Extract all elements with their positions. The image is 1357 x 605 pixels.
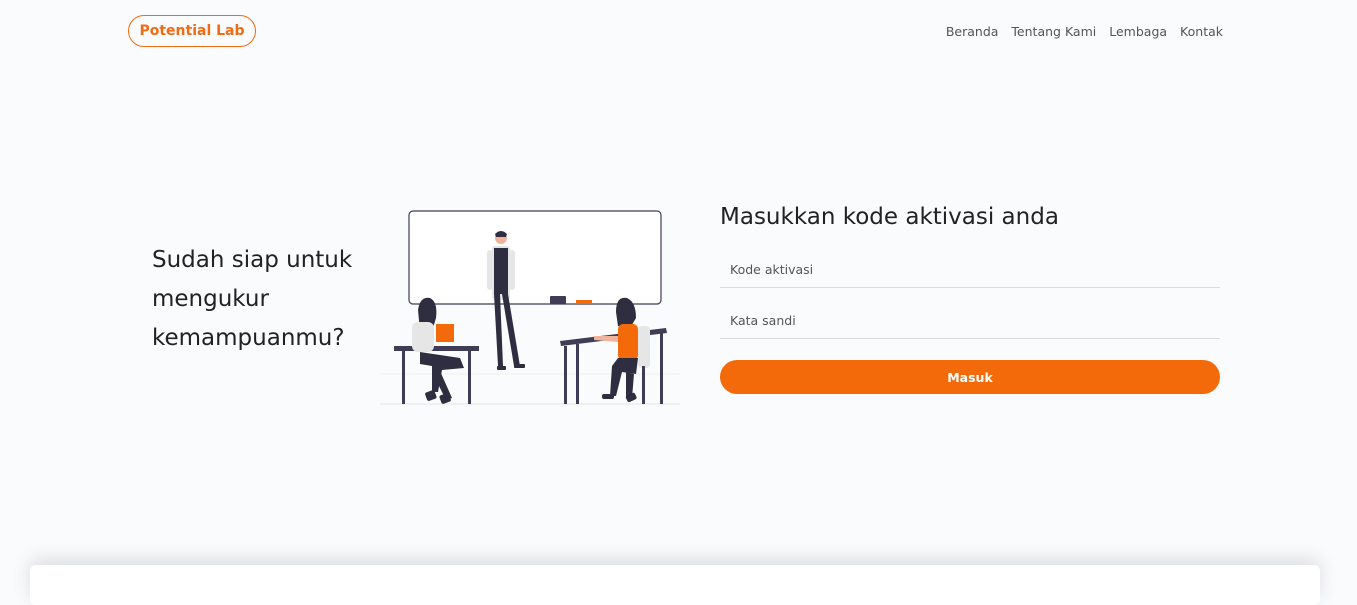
- logo-button[interactable]: Potential Lab: [128, 15, 256, 47]
- hero-heading: Sudah siap untuk mengukur kemampuanmu?: [152, 241, 382, 358]
- activation-code-input[interactable]: [720, 252, 1220, 288]
- form-title: Masukkan kode aktivasi anda: [720, 204, 1059, 230]
- hero-line-3: kemampuanmu?: [152, 325, 345, 351]
- nav-link-tentang-kami[interactable]: Tentang Kami: [1011, 24, 1096, 39]
- login-button[interactable]: Masuk: [720, 360, 1220, 394]
- activation-form: Masukkan kode aktivasi anda Masuk: [720, 200, 1220, 394]
- hero-line-1: Sudah siap untuk: [152, 247, 353, 273]
- nav-link-lembaga[interactable]: Lembaga: [1109, 24, 1167, 39]
- classroom-illustration: [380, 210, 680, 405]
- hero-line-2: mengukur: [152, 286, 269, 312]
- main-nav: Beranda Tentang Kami Lembaga Kontak: [946, 24, 1223, 39]
- nav-link-beranda[interactable]: Beranda: [946, 24, 999, 39]
- nav-link-kontak[interactable]: Kontak: [1180, 24, 1223, 39]
- header: Potential Lab Beranda Tentang Kami Lemba…: [0, 0, 1357, 64]
- footer-panel: [30, 565, 1320, 605]
- password-input[interactable]: [720, 303, 1220, 339]
